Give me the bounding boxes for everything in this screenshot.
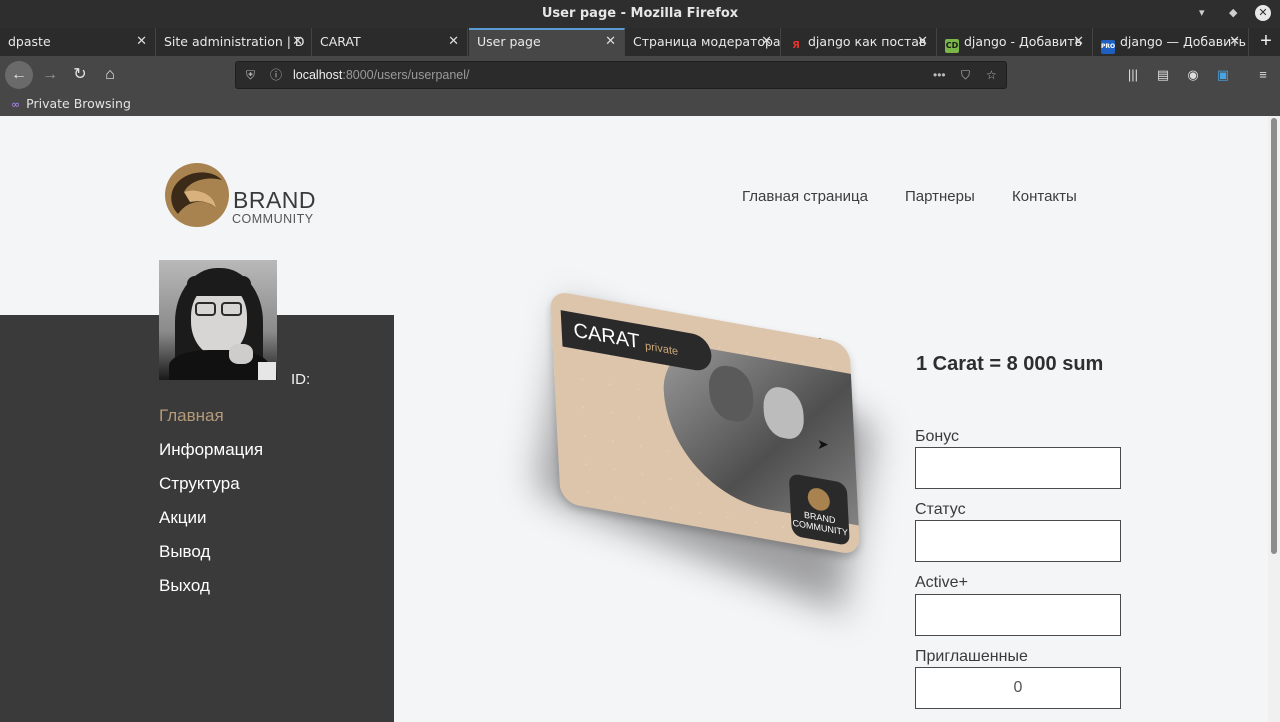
invited-label: Приглашенные: [915, 648, 1028, 665]
sidebar-item-promotions[interactable]: Акции: [159, 508, 207, 528]
bookmark-star-icon[interactable]: ☆: [986, 62, 997, 88]
close-tab-icon[interactable]: ✕: [1073, 28, 1084, 56]
container-icon[interactable]: ▣: [1211, 61, 1235, 89]
logo-text-community: COMMUNITY: [232, 212, 314, 226]
private-browsing-bar: ∞ Private Browsing: [0, 94, 1280, 116]
tab-yandex-django[interactable]: Яdjango как постав ✕: [781, 28, 937, 56]
carat-card-image: 🔒 CARAT private BRAND COMMUNITY: [520, 290, 900, 613]
exchange-rate: 1 Carat = 8 000 sum: [916, 353, 1104, 375]
tab-user-page[interactable]: User page ✕: [469, 28, 625, 56]
private-browsing-label: Private Browsing: [26, 96, 131, 111]
pocket-icon[interactable]: ⛉: [961, 62, 970, 88]
avatar-edit-badge[interactable]: [258, 362, 276, 380]
tab-label: Site administration | D: [164, 34, 305, 49]
nav-link-partners[interactable]: Партнеры: [905, 188, 975, 205]
brand-emblem-icon: [165, 163, 229, 227]
page-viewport: BRAND COMMUNITY Главная страница Партнер…: [0, 116, 1280, 722]
maximize-icon[interactable]: ◆: [1229, 0, 1237, 28]
hamburger-menu-icon[interactable]: ≡: [1251, 61, 1275, 89]
site-info-icon[interactable]: ⓘ: [270, 62, 282, 88]
tab-label: Страница модератора: [633, 34, 781, 49]
close-tab-icon[interactable]: ✕: [292, 28, 303, 56]
private-mask-icon: ∞: [11, 98, 21, 111]
home-icon[interactable]: ⌂: [96, 61, 124, 89]
tab-site-administration[interactable]: Site administration | D ✕: [156, 28, 312, 56]
back-icon[interactable]: ←: [5, 61, 33, 89]
library-icon[interactable]: |||: [1121, 61, 1145, 89]
tab-label: django - Добавить: [964, 34, 1082, 49]
mouse-cursor-icon: ➤: [817, 436, 829, 452]
card-logo-text: BRAND COMMUNITY: [792, 509, 849, 538]
tab-dpaste[interactable]: dpaste ✕: [0, 28, 156, 56]
close-tab-icon[interactable]: ✕: [448, 28, 459, 56]
active-plus-label: Active+: [915, 574, 968, 591]
account-icon[interactable]: ◉: [1181, 61, 1205, 89]
user-id-label: ID:: [291, 371, 311, 388]
page-scrollbar[interactable]: [1268, 116, 1280, 722]
tab-moderator-page[interactable]: Страница модератора ✕: [625, 28, 781, 56]
forward-icon[interactable]: →: [36, 61, 64, 89]
close-tab-icon[interactable]: ✕: [605, 30, 616, 54]
sidebar-item-withdrawal[interactable]: Вывод: [159, 542, 210, 562]
scrollbar-thumb[interactable]: [1271, 118, 1277, 554]
bonus-label: Бонус: [915, 428, 960, 445]
tab-label: dpaste: [8, 34, 51, 49]
tab-carat[interactable]: CARAT ✕: [312, 28, 468, 56]
nav-link-home[interactable]: Главная страница: [742, 188, 868, 205]
tab-label: django — Добавить: [1120, 34, 1246, 49]
url-path: :8000/users/userpanel/: [342, 68, 470, 82]
minimize-icon[interactable]: ▾: [1199, 0, 1205, 28]
sidebar-item-structure[interactable]: Структура: [159, 474, 240, 494]
close-tab-icon[interactable]: ✕: [1229, 28, 1240, 56]
sidebar-icon[interactable]: ▤: [1151, 61, 1175, 89]
status-field[interactable]: [915, 520, 1121, 562]
tab-label: User page: [477, 34, 541, 49]
nav-toolbar: ← → ↻ ⌂ ⛨ ⓘ localhost:8000/users/userpan…: [0, 56, 1280, 94]
new-tab-button[interactable]: +: [1252, 28, 1280, 56]
close-tab-icon[interactable]: ✕: [761, 28, 772, 56]
sidebar-item-main[interactable]: Главная: [159, 406, 224, 426]
tracking-shield-icon[interactable]: ⛨: [246, 62, 255, 88]
reload-icon[interactable]: ↻: [66, 61, 94, 89]
tab-pro-django[interactable]: PRO django — Добавить ✕: [1093, 28, 1249, 56]
close-window-icon[interactable]: ✕: [1255, 5, 1271, 21]
pro-icon: PRO: [1101, 40, 1115, 54]
status-label: Статус: [915, 501, 966, 518]
logo-text-brand: BRAND: [233, 187, 317, 213]
page-actions-icon[interactable]: •••: [933, 62, 946, 88]
brand-logo[interactable]: BRAND COMMUNITY: [164, 160, 324, 230]
active-plus-field[interactable]: [915, 594, 1121, 636]
tab-bar: dpaste ✕ Site administration | D ✕ CARAT…: [0, 28, 1280, 56]
nav-link-contacts[interactable]: Контакты: [1012, 188, 1077, 205]
tab-label: django как постав: [808, 34, 927, 49]
url-host: localhost: [293, 68, 343, 82]
yandex-icon: Я: [792, 40, 800, 51]
sidebar-item-information[interactable]: Информация: [159, 440, 263, 460]
codeby-icon: CD: [945, 39, 959, 53]
card-mini-logo: BRAND COMMUNITY: [788, 472, 850, 546]
window-title: User page - Mozilla Firefox: [0, 0, 1280, 28]
close-tab-icon[interactable]: ✕: [917, 28, 928, 56]
tab-codeby-django[interactable]: CD django - Добавить ✕: [937, 28, 1093, 56]
sidebar-item-logout[interactable]: Выход: [159, 576, 210, 596]
tab-label: CARAT: [320, 34, 361, 49]
card-brand-text: CARAT: [572, 319, 640, 354]
card-tier-text: private: [644, 340, 679, 359]
close-tab-icon[interactable]: ✕: [136, 28, 147, 56]
bonus-field[interactable]: [915, 447, 1121, 489]
invited-field[interactable]: 0: [915, 667, 1121, 709]
url-bar[interactable]: ⛨ ⓘ localhost:8000/users/userpanel/ ••• …: [235, 61, 1007, 89]
